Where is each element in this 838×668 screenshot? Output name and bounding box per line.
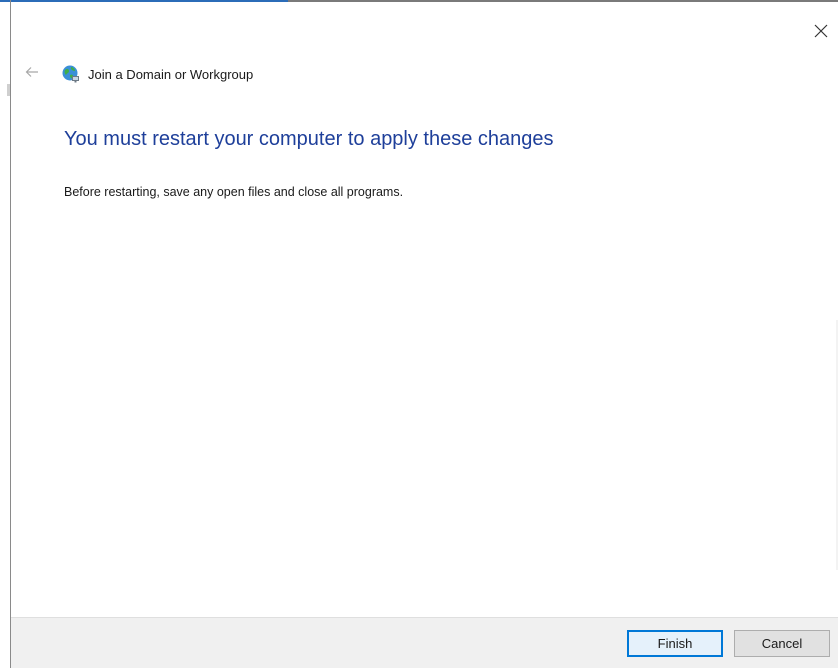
wizard-header: Join a Domain or Workgroup: [20, 60, 253, 88]
window-left-mark: [7, 84, 10, 96]
window-left-border: [10, 0, 11, 668]
wizard-title: Join a Domain or Workgroup: [88, 66, 254, 82]
page-heading: You must restart your computer to apply …: [64, 128, 554, 150]
close-button[interactable]: [804, 14, 838, 48]
dialog-footer: Finish Cancel: [11, 617, 838, 668]
network-globe-icon: [60, 63, 82, 85]
window-top-accent: [0, 0, 288, 2]
close-icon: [814, 24, 828, 38]
finish-button[interactable]: Finish: [627, 630, 723, 657]
dialog-window: Join a Domain or Workgroup You must rest…: [0, 0, 838, 668]
back-arrow-icon: [25, 65, 39, 83]
instruction-text: Before restarting, save any open files a…: [64, 185, 404, 199]
back-button[interactable]: [20, 62, 44, 86]
cancel-button[interactable]: Cancel: [734, 630, 830, 657]
